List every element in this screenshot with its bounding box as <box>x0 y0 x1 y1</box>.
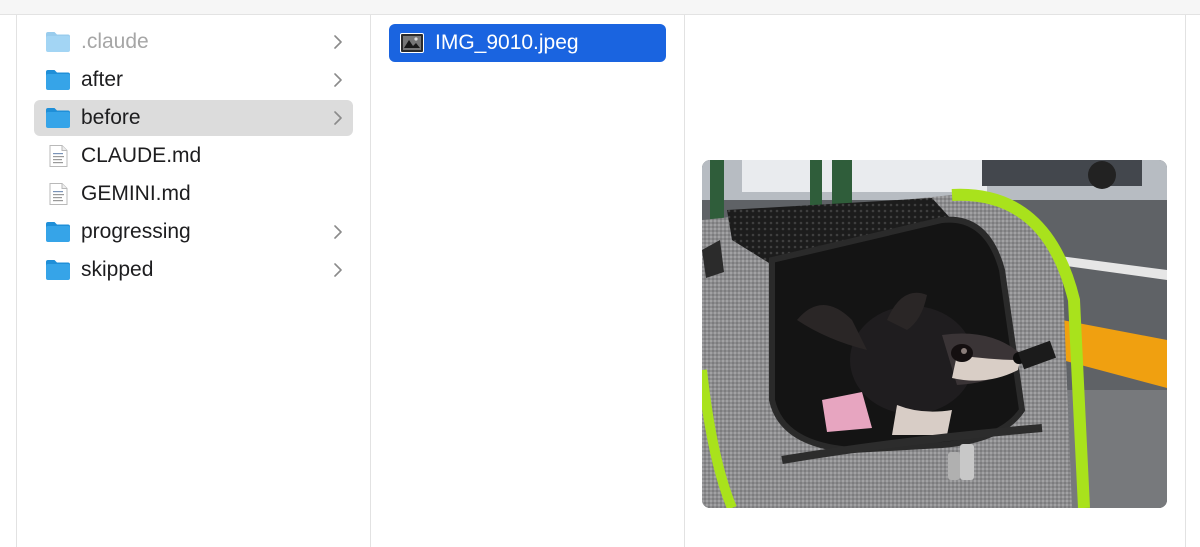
file-item-label: IMG_9010.jpeg <box>435 31 579 54</box>
file-column: IMG_9010.jpeg <box>371 15 684 547</box>
photo-preview[interactable] <box>702 160 1167 508</box>
folder-icon <box>45 31 71 53</box>
chevron-right-icon <box>333 35 343 49</box>
sidebar-item-skipped[interactable]: skipped <box>34 252 353 288</box>
sidebar-item-claude-md[interactable]: CLAUDE.md <box>34 138 353 174</box>
image-thumbnail-icon <box>400 33 424 53</box>
sidebar-item-label: progressing <box>81 220 191 243</box>
chevron-right-icon <box>333 263 343 277</box>
sidebar-item-label: CLAUDE.md <box>81 144 202 167</box>
photo-preview-image <box>702 160 1167 508</box>
sidebar-item-label: GEMINI.md <box>81 182 191 205</box>
chevron-right-icon <box>333 73 343 87</box>
sidebar-item-label: before <box>81 106 141 129</box>
column-divider[interactable] <box>1185 15 1186 547</box>
sidebar-item-before[interactable]: before <box>34 100 353 136</box>
sidebar-item-label: after <box>81 68 124 91</box>
chevron-right-icon <box>333 225 343 239</box>
folder-icon <box>45 259 71 281</box>
sidebar-item-gemini-md[interactable]: GEMINI.md <box>34 176 353 212</box>
sidebar-item-after[interactable]: after <box>34 62 353 98</box>
folder-column: .claude after before CLAUDE.md GEMINI.md prog… <box>0 15 370 547</box>
sidebar-item-label: skipped <box>81 258 154 281</box>
sidebar-item-label: .claude <box>81 30 149 53</box>
folder-icon <box>45 221 71 243</box>
window-top-strip <box>0 0 1200 15</box>
document-icon <box>45 145 71 167</box>
file-item-img-9010[interactable]: IMG_9010.jpeg <box>389 24 666 62</box>
sidebar-item-progressing[interactable]: progressing <box>34 214 353 250</box>
chevron-right-icon <box>333 111 343 125</box>
sidebar-item-claude[interactable]: .claude <box>34 24 353 60</box>
document-icon <box>45 183 71 205</box>
folder-icon <box>45 107 71 129</box>
folder-icon <box>45 69 71 91</box>
